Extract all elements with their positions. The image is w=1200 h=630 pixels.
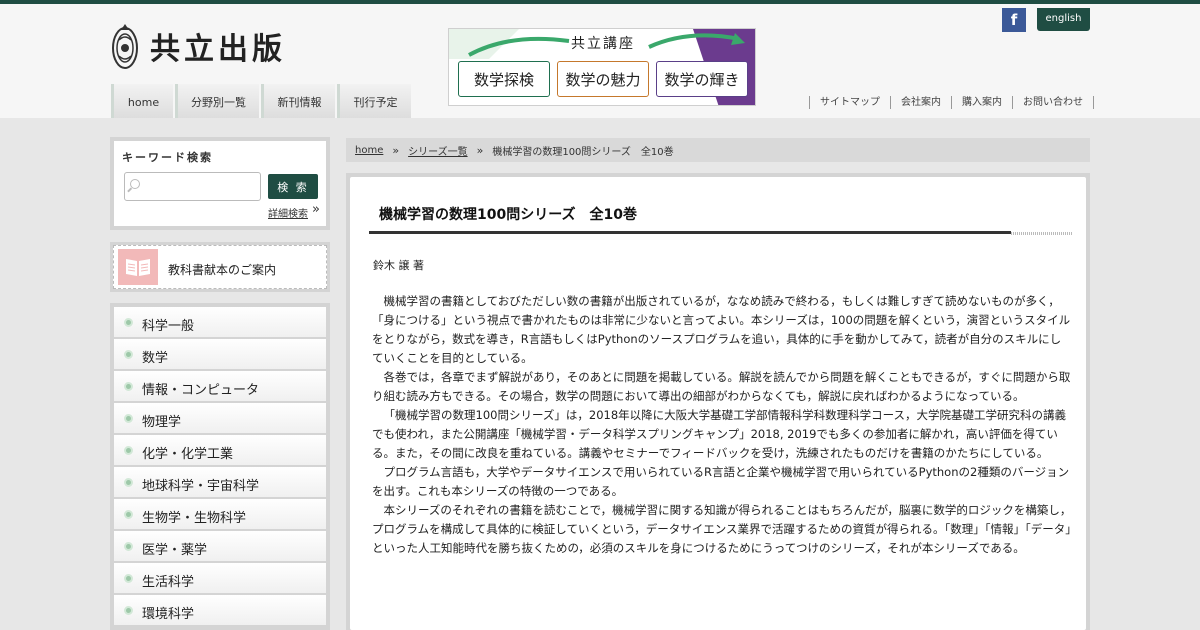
- category-label: 地球科学・宇宙科学: [142, 479, 260, 494]
- category-label: 医学・薬学: [142, 543, 208, 558]
- category-item[interactable]: 物理学: [114, 403, 326, 433]
- breadcrumb-series[interactable]: シリーズ一覧: [408, 143, 468, 158]
- category-label: 生活科学: [142, 575, 195, 590]
- category-label: 情報・コンピュータ: [142, 383, 260, 398]
- advanced-search-link[interactable]: 詳細検索: [268, 205, 308, 220]
- description-paragraph: 「機械学習の数理100問シリーズ」は，2018年以降に大阪大学基礎工学部情報科学…: [372, 408, 1067, 460]
- category-item[interactable]: 生物学・生物科学: [114, 499, 326, 529]
- category-item[interactable]: 地球科学・宇宙科学: [114, 467, 326, 497]
- breadcrumb: home » シリーズ一覧 » 機械学習の数理100問シリーズ 全10巻: [346, 138, 1090, 162]
- category-item[interactable]: 生活科学: [114, 563, 326, 593]
- search-icon: [130, 179, 140, 189]
- series-description: 機械学習の書籍としておびただしい数の書籍が出版されているが，ななめ読みで終わる，…: [372, 292, 1072, 558]
- breadcrumb-separator: »: [476, 143, 484, 157]
- keyword-search-panel: キーワード検索 検 索 詳細検索 »: [110, 137, 330, 230]
- breadcrumb-current: 機械学習の数理100問シリーズ 全10巻: [492, 146, 674, 158]
- bullet-icon: [124, 350, 133, 359]
- util-contact[interactable]: お問い合わせ: [1012, 96, 1094, 109]
- site-header: 共立出版 共立講座 数学探検 数学の魅力 数学の輝き f english hom…: [0, 4, 1200, 120]
- category-label: 数学: [142, 351, 169, 366]
- search-input[interactable]: [124, 172, 261, 201]
- bullet-icon: [124, 318, 133, 327]
- banner-item-brilliance[interactable]: 数学の輝き: [656, 61, 748, 97]
- description-paragraph: 各巻では，各章でまず解説があり，そのあとに問題を掲載している。解説を読んでから問…: [372, 370, 1071, 403]
- lecture-series-banner[interactable]: 共立講座 数学探検 数学の魅力 数学の輝き: [448, 28, 756, 106]
- bullet-icon: [124, 606, 133, 615]
- author-line: 鈴木 譲 著: [373, 259, 424, 272]
- category-list: 科学一般 数学 情報・コンピュータ 物理学 化学・化学工業 地球科学・宇宙科学 …: [110, 303, 330, 630]
- textbook-link[interactable]: 教科書献本のご案内: [113, 245, 327, 289]
- bullet-icon: [124, 446, 133, 455]
- category-label: 生物学・生物科学: [142, 511, 247, 526]
- utility-nav: サイトマップ 会社案内 購入案内 お問い合わせ: [809, 96, 1094, 110]
- nav-by-field[interactable]: 分野別一覧: [175, 84, 259, 120]
- breadcrumb-separator: »: [392, 143, 400, 157]
- category-item[interactable]: 情報・コンピュータ: [114, 371, 326, 401]
- bullet-icon: [124, 414, 133, 423]
- category-item[interactable]: 化学・化学工業: [114, 435, 326, 465]
- search-panel-inner: キーワード検索 検 索 詳細検索 »: [114, 141, 326, 226]
- category-item[interactable]: 医学・薬学: [114, 531, 326, 561]
- util-purchase[interactable]: 購入案内: [951, 96, 1012, 109]
- category-label: 化学・化学工業: [142, 447, 234, 462]
- textbook-label: 教科書献本のご案内: [168, 263, 277, 277]
- page-title: 機械学習の数理100問シリーズ 全10巻: [379, 207, 638, 223]
- logo-text: 共立出版: [150, 32, 286, 67]
- facebook-icon[interactable]: f: [1002, 8, 1026, 32]
- category-item[interactable]: 環境科学: [114, 595, 326, 625]
- description-paragraph: プログラム言語も，大学やデータサイエンスで用いられているR言語と企業や機械学習で…: [372, 465, 1070, 498]
- category-label: 物理学: [142, 415, 182, 430]
- category-label: 環境科学: [142, 607, 195, 622]
- category-label: 科学一般: [142, 319, 195, 334]
- nav-new-releases[interactable]: 新刊情報: [261, 84, 335, 120]
- nav-home[interactable]: home: [111, 84, 173, 120]
- bullet-icon: [124, 510, 133, 519]
- textbook-promo-panel: 教科書献本のご案内: [110, 242, 330, 292]
- search-title: キーワード検索: [122, 151, 213, 164]
- open-book-icon: [118, 249, 158, 285]
- title-divider-dots: [1011, 232, 1073, 235]
- english-button[interactable]: english: [1037, 8, 1090, 31]
- category-item[interactable]: 科学一般: [114, 307, 326, 337]
- global-nav: home 分野別一覧 新刊情報 刊行予定: [111, 84, 413, 120]
- banner-title: 共立講座: [571, 36, 635, 52]
- category-item[interactable]: 数学: [114, 339, 326, 369]
- breadcrumb-home[interactable]: home: [355, 145, 383, 156]
- bullet-icon: [124, 382, 133, 391]
- publisher-emblem-icon: [112, 24, 138, 69]
- site-logo[interactable]: 共立出版: [110, 18, 286, 74]
- article-panel: 機械学習の数理100問シリーズ 全10巻 鈴木 譲 著 機械学習の書籍としておび…: [346, 173, 1090, 630]
- bullet-icon: [124, 542, 133, 551]
- bullet-icon: [124, 574, 133, 583]
- bullet-icon: [124, 478, 133, 487]
- description-paragraph: 本シリーズのそれぞれの書籍を読むことで，機械学習に関する知識が得られることはもち…: [372, 503, 1072, 555]
- advanced-search-arrow-icon: »: [312, 202, 320, 217]
- util-company[interactable]: 会社案内: [890, 96, 951, 109]
- search-button[interactable]: 検 索: [268, 174, 318, 199]
- banner-item-charm[interactable]: 数学の魅力: [557, 61, 649, 97]
- title-divider: [369, 231, 1011, 234]
- description-paragraph: 機械学習の書籍としておびただしい数の書籍が出版されているが，ななめ読みで終わる，…: [372, 294, 1071, 365]
- util-sitemap[interactable]: サイトマップ: [809, 96, 890, 109]
- banner-item-exploration[interactable]: 数学探検: [458, 61, 550, 97]
- nav-upcoming[interactable]: 刊行予定: [337, 84, 411, 120]
- article-card: 機械学習の数理100問シリーズ 全10巻 鈴木 譲 著 機械学習の書籍としておび…: [350, 177, 1086, 630]
